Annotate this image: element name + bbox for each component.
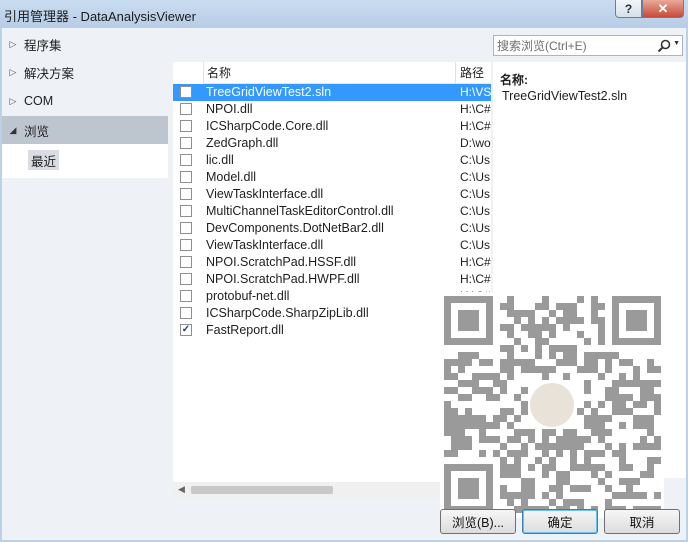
- row-checkbox[interactable]: [180, 239, 192, 251]
- details-name-label: 名称:: [500, 73, 528, 87]
- search-input[interactable]: [497, 37, 655, 54]
- row-path: H:\C#: [460, 102, 491, 116]
- ok-button[interactable]: 确定: [522, 509, 598, 534]
- table-row[interactable]: Model.dll C:\Us: [173, 169, 491, 186]
- row-path: H:\C#: [460, 119, 491, 133]
- chevron-right-icon[interactable]: ▷: [2, 39, 24, 50]
- row-checkbox[interactable]: [180, 256, 192, 268]
- row-checkbox[interactable]: [180, 86, 192, 98]
- row-checkbox[interactable]: [180, 290, 192, 302]
- row-path: H:\VS: [460, 85, 491, 99]
- cancel-button[interactable]: 取消: [604, 509, 680, 534]
- checkmark-icon: ✓: [181, 324, 191, 335]
- title-bar[interactable]: 引用管理器 - DataAnalysisViewer ? ✕: [0, 0, 688, 28]
- row-name: ICSharpCode.SharpZipLib.dll: [206, 306, 369, 320]
- sidebar-item-label: 程序集: [24, 38, 62, 53]
- table-row[interactable]: TreeGridViewTest2.sln H:\VS: [173, 84, 491, 101]
- row-checkbox[interactable]: [180, 103, 192, 115]
- sidebar-subitem-recent[interactable]: 最近: [28, 150, 60, 170]
- window-title: 引用管理器 - DataAnalysisViewer: [4, 9, 196, 24]
- scroll-left-icon[interactable]: ◀: [178, 484, 185, 495]
- browse-button[interactable]: 浏览(B)...: [440, 509, 516, 534]
- row-name: FastReport.dll: [206, 323, 284, 337]
- column-header-path[interactable]: 路径: [455, 62, 491, 84]
- row-name: NPOI.dll: [206, 102, 253, 116]
- qr-code-overlay: [440, 292, 664, 518]
- search-icon[interactable]: [656, 38, 672, 54]
- row-name: ICSharpCode.Core.dll: [206, 119, 329, 133]
- row-name: TreeGridViewTest2.sln: [206, 85, 332, 99]
- sidebar-item-3[interactable]: ◢ 浏览: [2, 116, 168, 144]
- table-row[interactable]: DevComponents.DotNetBar2.dll C:\Us: [173, 220, 491, 237]
- column-header-name[interactable]: 名称: [203, 62, 455, 84]
- row-checkbox[interactable]: [180, 273, 192, 285]
- row-name: ZedGraph.dll: [206, 136, 279, 150]
- row-path: H:\C#: [460, 255, 491, 269]
- row-checkbox[interactable]: [180, 222, 192, 234]
- row-checkbox[interactable]: [180, 137, 192, 149]
- chevron-down-icon[interactable]: ▼: [673, 40, 680, 47]
- row-name: ViewTaskInterface.dll: [206, 238, 324, 252]
- table-row[interactable]: ZedGraph.dll D:\wo: [173, 135, 491, 152]
- row-checkbox[interactable]: [180, 120, 192, 132]
- chevron-right-icon[interactable]: ▷: [2, 67, 24, 78]
- row-checkbox[interactable]: [180, 171, 192, 183]
- row-name: DevComponents.DotNetBar2.dll: [206, 221, 384, 235]
- row-name: NPOI.ScratchPad.HSSF.dll: [206, 255, 357, 269]
- table-row[interactable]: NPOI.dll H:\C#: [173, 101, 491, 118]
- table-row[interactable]: ViewTaskInterface.dll C:\Us: [173, 237, 491, 254]
- row-path: C:\Us: [460, 238, 490, 252]
- close-button[interactable]: ✕: [642, 0, 684, 18]
- chevron-right-icon[interactable]: ▷: [2, 96, 24, 107]
- table-row[interactable]: ICSharpCode.Core.dll H:\C#: [173, 118, 491, 135]
- row-path: C:\Us: [460, 170, 490, 184]
- sidebar-item-label: COM: [24, 94, 54, 108]
- row-checkbox[interactable]: [180, 205, 192, 217]
- table-row[interactable]: MultiChannelTaskEditorControl.dll C:\Us: [173, 203, 491, 220]
- row-checkbox[interactable]: [180, 307, 192, 319]
- search-box[interactable]: ▼: [493, 35, 683, 56]
- row-path: C:\Us: [460, 221, 490, 235]
- row-name: ViewTaskInterface.dll: [206, 187, 324, 201]
- details-name-value: TreeGridViewTest2.sln: [502, 89, 628, 103]
- row-name: Model.dll: [206, 170, 257, 184]
- row-path: D:\wo: [460, 136, 491, 150]
- row-path: H:\C#: [460, 272, 491, 286]
- browse-subpanel: 最近: [2, 144, 168, 178]
- table-row[interactable]: NPOI.ScratchPad.HWPF.dll H:\C#: [173, 271, 491, 288]
- row-path: C:\Us: [460, 204, 490, 218]
- dialog-client-area: ▷程序集▷解决方案▷COM◢浏览最近 ▼ 名称 路径 TreeGridViewT…: [2, 28, 686, 540]
- table-row[interactable]: ViewTaskInterface.dll C:\Us: [173, 186, 491, 203]
- row-path: C:\Us: [460, 153, 490, 167]
- row-checkbox[interactable]: [180, 188, 192, 200]
- help-button[interactable]: ?: [615, 0, 642, 18]
- row-path: C:\Us: [460, 187, 490, 201]
- sidebar-item-label: 解决方案: [24, 66, 75, 81]
- chevron-expanded-icon[interactable]: ◢: [2, 125, 24, 136]
- row-checkbox[interactable]: [180, 154, 192, 166]
- sidebar-item-1[interactable]: ▷ 解决方案: [2, 58, 168, 86]
- row-name: protobuf-net.dll: [206, 289, 290, 303]
- sidebar-item-2[interactable]: ▷ COM: [2, 87, 168, 115]
- sidebar-item-0[interactable]: ▷ 程序集: [2, 30, 168, 58]
- category-sidebar: ▷ 程序集 ▷ 解决方案 ▷ COM ◢ 浏览 最近: [2, 28, 168, 478]
- table-row[interactable]: lic.dll C:\Us: [173, 152, 491, 169]
- row-name: lic.dll: [206, 153, 234, 167]
- sidebar-item-label: 浏览: [24, 124, 50, 139]
- row-name: MultiChannelTaskEditorControl.dll: [206, 204, 394, 218]
- row-name: NPOI.ScratchPad.HWPF.dll: [206, 272, 360, 286]
- table-row[interactable]: NPOI.ScratchPad.HSSF.dll H:\C#: [173, 254, 491, 271]
- scrollbar-thumb[interactable]: [191, 486, 333, 494]
- reference-manager-window: 引用管理器 - DataAnalysisViewer ? ✕ ▷ 程序集 ▷ 解决方案…: [0, 0, 688, 542]
- row-checkbox[interactable]: ✓: [180, 324, 192, 336]
